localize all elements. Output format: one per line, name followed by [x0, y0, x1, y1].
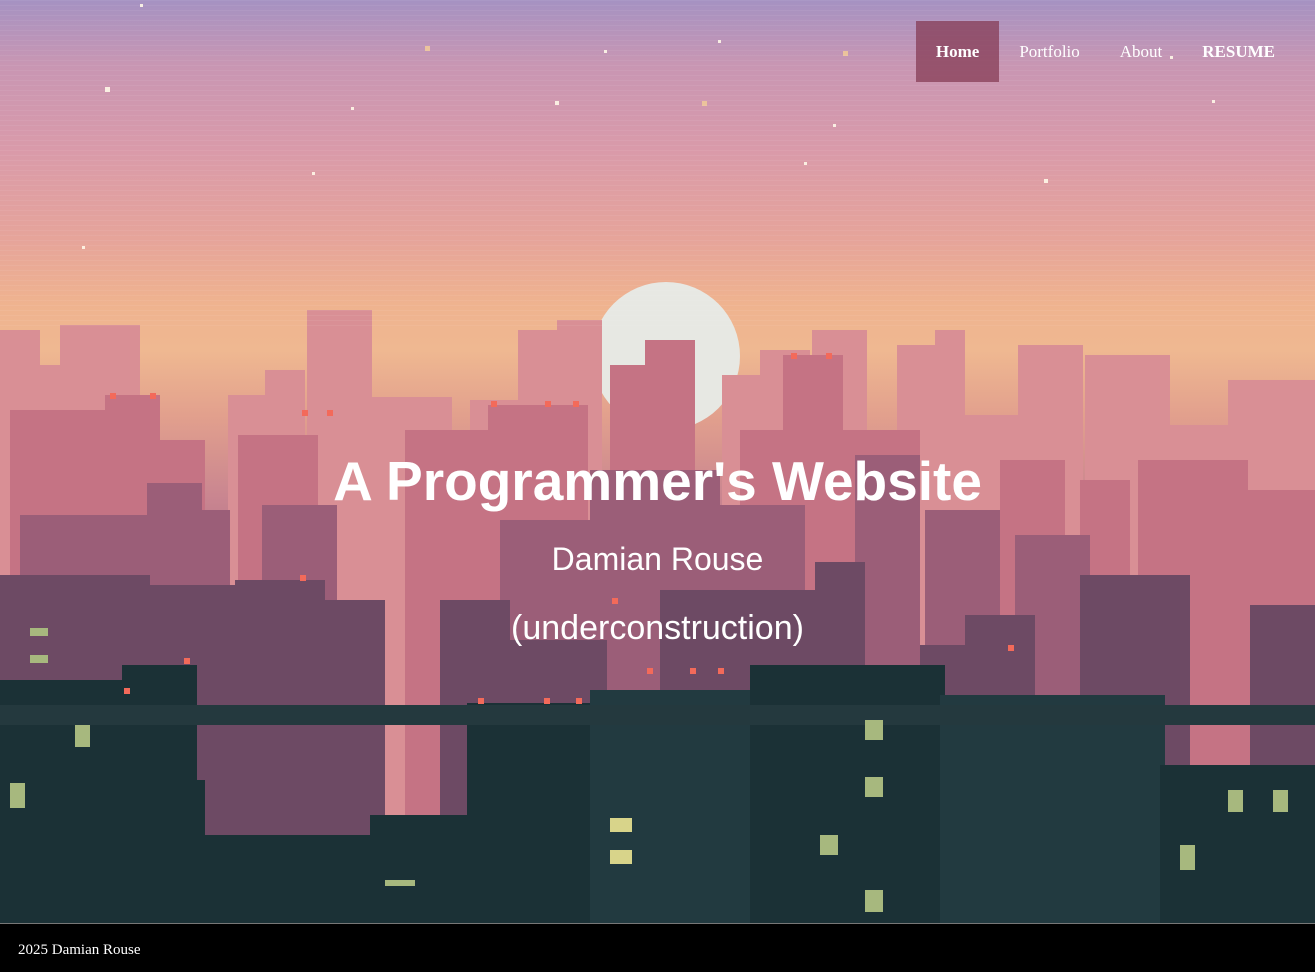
nav-home-link[interactable]: Home — [915, 21, 1000, 82]
author-name: Damian Rouse — [551, 541, 764, 577]
nav-portfolio-link[interactable]: Portfolio — [999, 21, 1099, 82]
footer-copyright: 2025 Damian Rouse — [18, 942, 141, 958]
page-title: A Programmer's Website — [333, 450, 982, 512]
footer: 2025 Damian Rouse — [0, 923, 1315, 972]
status-note: (underconstruction) — [511, 609, 804, 647]
main-nav: Home Portfolio About RESUME — [915, 21, 1295, 82]
nav-about-link[interactable]: About — [1100, 21, 1183, 82]
nav-resume-link[interactable]: RESUME — [1182, 21, 1295, 82]
